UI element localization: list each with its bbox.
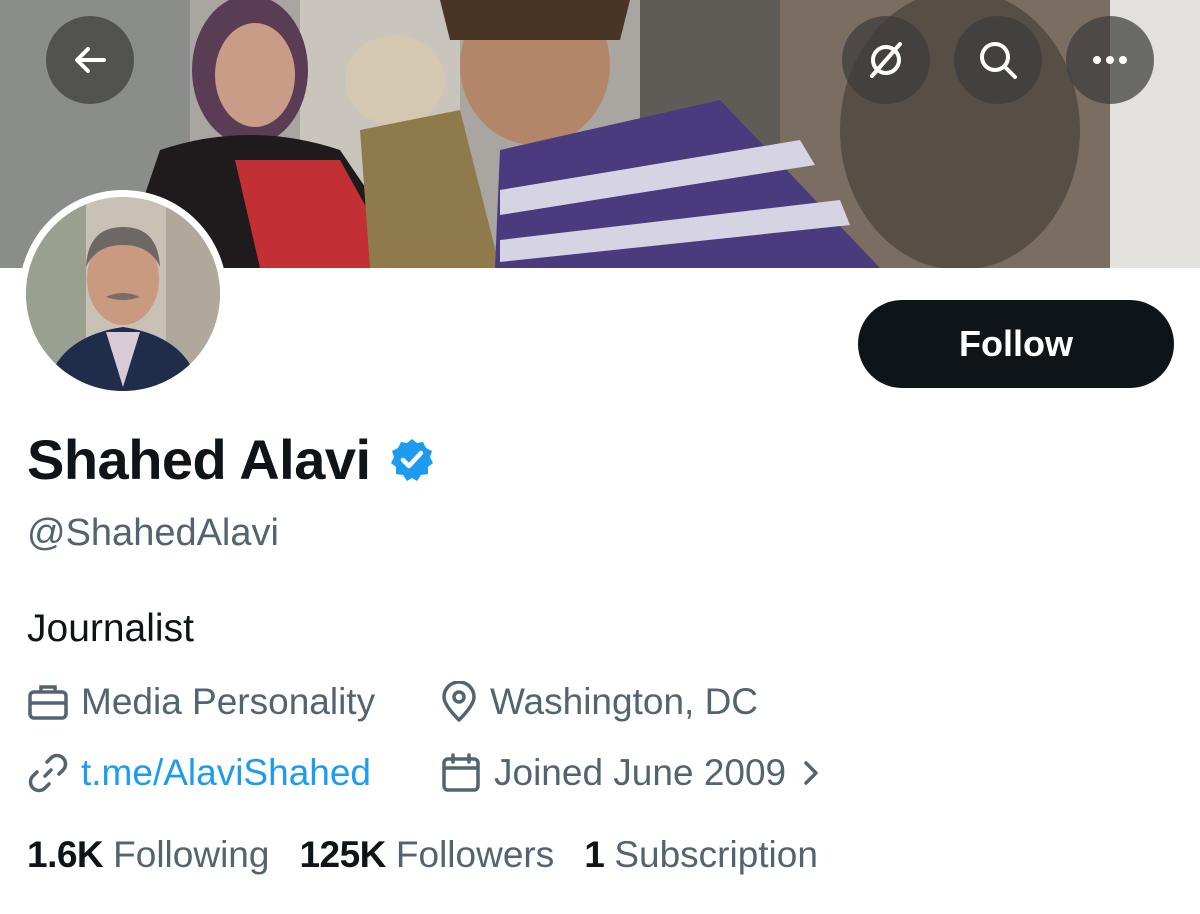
profile-stats: 1.6K Following 125K Followers 1 Subscrip… <box>27 828 848 882</box>
category-text: Media Personality <box>81 681 376 722</box>
followers-label: Followers <box>395 834 555 875</box>
grok-button[interactable] <box>842 16 930 104</box>
search-button[interactable] <box>954 16 1042 104</box>
subscriptions-stat[interactable]: 1 Subscription <box>584 828 818 882</box>
followers-stat[interactable]: 125K Followers <box>299 828 554 882</box>
joined-text: Joined June 2009 <box>494 752 787 793</box>
display-name: Shahed Alavi <box>27 428 371 491</box>
location-pin-icon <box>442 681 476 722</box>
subscriptions-label: Subscription <box>614 834 818 875</box>
bio: Journalist <box>27 607 194 650</box>
arrow-left-icon <box>75 47 106 73</box>
more-button[interactable] <box>1066 16 1154 104</box>
briefcase-icon <box>28 685 68 720</box>
location-item: Washington, DC <box>440 677 758 727</box>
avatar-photo <box>26 197 220 391</box>
name-row: Shahed Alavi <box>27 422 435 498</box>
follow-button[interactable]: Follow <box>858 300 1174 388</box>
handle: @ShahedAlavi <box>27 512 279 554</box>
avatar[interactable] <box>19 190 227 398</box>
chevron-right-icon <box>804 761 818 785</box>
joined-item[interactable]: Joined June 2009 <box>440 748 838 798</box>
following-label: Following <box>113 834 270 875</box>
following-count: 1.6K <box>27 834 104 875</box>
category-item: Media Personality <box>27 677 375 727</box>
search-icon <box>980 42 1017 79</box>
back-button[interactable] <box>46 16 134 104</box>
verified-badge-icon[interactable] <box>389 437 435 483</box>
grok-icon <box>870 42 902 78</box>
calendar-icon <box>442 753 480 792</box>
following-stat[interactable]: 1.6K Following <box>27 828 269 882</box>
link-icon <box>28 753 68 793</box>
website-link[interactable]: t.me/AlaviShahed <box>81 748 371 798</box>
website-item[interactable]: t.me/AlaviShahed <box>27 748 371 798</box>
ellipsis-icon <box>1093 56 1127 64</box>
location-text: Washington, DC <box>490 681 759 722</box>
subscriptions-count: 1 <box>584 834 605 875</box>
followers-count: 125K <box>299 834 386 875</box>
